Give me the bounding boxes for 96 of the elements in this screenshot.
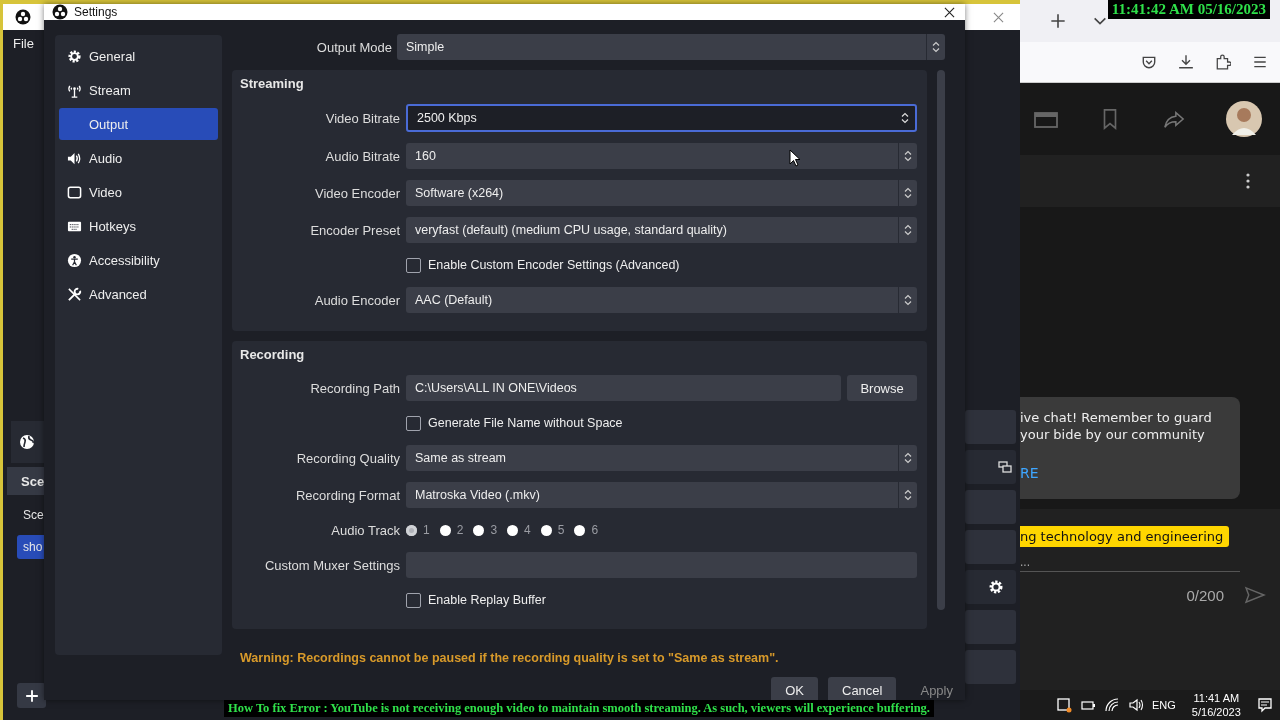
field-label: Video Bitrate bbox=[324, 110, 400, 126]
up-down-arrow-icon bbox=[904, 224, 913, 236]
dialog-button[interactable]: OK bbox=[771, 677, 818, 703]
caption-overlay: How To fix Error : YouTube is not receiving enough video to maintain smooth streaming. As such, viewers will experience buffering. bbox=[224, 700, 934, 717]
browse-button[interactable]: Browse bbox=[847, 375, 918, 401]
new-tab-icon[interactable] bbox=[1050, 13, 1066, 29]
dropdown[interactable]: veryfast (default) (medium CPU usage, standard quality) bbox=[406, 217, 918, 243]
radio-button[interactable]: 5 bbox=[540, 523, 565, 537]
menu-item[interactable]: File bbox=[13, 36, 44, 51]
radio-button[interactable]: 2 bbox=[439, 523, 464, 537]
window-title: Settings bbox=[74, 5, 118, 19]
field-label: Audio Track bbox=[330, 522, 400, 538]
checkbox[interactable]: Enable Replay Buffer bbox=[406, 592, 546, 608]
sidebar-item[interactable]: Accessibility bbox=[59, 244, 218, 276]
section-title: Recording bbox=[240, 347, 306, 362]
sidebar-item[interactable]: Video bbox=[59, 176, 218, 208]
accessibility-icon bbox=[67, 252, 82, 268]
scrollbar[interactable] bbox=[937, 70, 945, 610]
sidebar-item[interactable]: Hotkeys bbox=[59, 210, 218, 242]
language-indicator[interactable]: ENG bbox=[1152, 699, 1176, 711]
field-label: Recording Quality bbox=[295, 450, 400, 466]
character-count: 0/200 bbox=[1186, 586, 1224, 604]
up-down-arrow-icon bbox=[904, 187, 913, 199]
monitor-icon bbox=[67, 184, 82, 200]
field-label: Audio Bitrate bbox=[324, 148, 400, 164]
dropdown[interactable]: Simple bbox=[397, 34, 945, 60]
chat-input-field[interactable]: ... bbox=[1020, 555, 1240, 572]
dock-panel bbox=[965, 610, 1016, 644]
gear-icon bbox=[67, 48, 82, 64]
timestamp-overlay: 11:41:42 AM 05/16/2023 bbox=[1107, 0, 1270, 19]
notification-icon[interactable] bbox=[1256, 697, 1273, 713]
field-label: Recording Path bbox=[309, 380, 400, 396]
dialog-button[interactable]: Cancel bbox=[828, 677, 897, 703]
app-logo-icon bbox=[15, 9, 31, 25]
spin-box[interactable]: 2500 Kbps bbox=[406, 104, 918, 132]
dropdown[interactable]: Same as stream bbox=[406, 445, 918, 471]
download-icon[interactable] bbox=[1178, 54, 1194, 70]
dock-title: Sce bbox=[21, 473, 45, 489]
tray-icon[interactable] bbox=[1056, 697, 1072, 713]
sidebar-item[interactable]: Output bbox=[59, 108, 218, 140]
puzzle-icon[interactable] bbox=[1215, 54, 1231, 70]
settings-icon[interactable] bbox=[988, 579, 1004, 595]
sidebar-item[interactable]: Stream bbox=[59, 74, 218, 106]
radio-button[interactable]: 6 bbox=[574, 523, 599, 537]
wrench-icon bbox=[67, 286, 82, 302]
field-label: Output Mode bbox=[315, 39, 392, 55]
field-label: Recording Format bbox=[294, 487, 400, 503]
clock[interactable]: 11:41 AM 5/16/2023 bbox=[1191, 691, 1241, 719]
plus-icon bbox=[24, 688, 39, 703]
sidebar-item[interactable]: Advanced bbox=[59, 278, 218, 310]
sidebar-item[interactable]: General bbox=[59, 40, 218, 72]
dock-panel bbox=[965, 410, 1016, 444]
chat-message: ive chat! Remember to guard your bide by our community bbox=[1020, 409, 1213, 443]
radio-button[interactable]: 1 bbox=[406, 523, 430, 537]
field-label: Encoder Preset bbox=[309, 222, 400, 238]
speaker-icon bbox=[67, 150, 82, 166]
scene-item[interactable]: Sce bbox=[17, 503, 46, 527]
learn-more-link[interactable]: RE bbox=[1020, 465, 1224, 481]
volume-icon[interactable] bbox=[1128, 697, 1144, 713]
dock-panel bbox=[965, 650, 1016, 684]
up-down-arrow-icon bbox=[904, 452, 913, 464]
dropdown[interactable]: 160 bbox=[406, 143, 918, 169]
dock-panel bbox=[965, 530, 1016, 564]
sidebar-item[interactable]: Audio bbox=[59, 142, 218, 174]
dropdown[interactable]: Matroska Video (.mkv) bbox=[406, 482, 918, 508]
warning-message: Warning: Recordings cannot be paused if the recording quality is set to "Same as stream". bbox=[240, 651, 780, 665]
add-button[interactable] bbox=[17, 683, 46, 708]
up-down-arrow-icon bbox=[932, 41, 940, 53]
popout-icon[interactable] bbox=[998, 461, 1012, 473]
up-down-arrow-icon bbox=[904, 150, 913, 162]
avatar-icon[interactable] bbox=[1226, 101, 1262, 137]
field-label: Audio Encoder bbox=[313, 292, 400, 308]
path-field[interactable]: C:\Users\ALL IN ONE\Videos bbox=[406, 375, 842, 401]
share-icon[interactable] bbox=[1162, 108, 1186, 130]
up-down-arrow-icon bbox=[904, 489, 913, 501]
checkbox[interactable]: Enable Custom Encoder Settings (Advanced) bbox=[406, 257, 680, 273]
radio-button[interactable]: 4 bbox=[507, 523, 531, 537]
close-icon[interactable] bbox=[944, 6, 955, 18]
pocket-icon[interactable] bbox=[1141, 54, 1157, 70]
send-icon[interactable] bbox=[1244, 586, 1266, 604]
menu-icon[interactable] bbox=[1252, 54, 1268, 70]
section-title: Streaming bbox=[240, 76, 305, 91]
dropdown[interactable]: Software (x264) bbox=[406, 180, 918, 206]
wifi-icon[interactable] bbox=[1104, 697, 1120, 713]
field-label: Custom Muxer Settings bbox=[263, 557, 400, 573]
scene-item[interactable]: sho bbox=[17, 535, 45, 559]
radio-button[interactable]: 3 bbox=[473, 523, 498, 537]
channel-banner: ng technology and engineering bbox=[1020, 526, 1230, 547]
checkbox[interactable]: Generate File Name without Space bbox=[406, 415, 623, 431]
dock-panel bbox=[965, 490, 1016, 524]
up-down-arrow-icon bbox=[904, 294, 913, 306]
globe-icon bbox=[19, 434, 35, 450]
more-options-icon[interactable] bbox=[1246, 173, 1250, 189]
dropdown[interactable]: AAC (Default) bbox=[406, 287, 918, 313]
field-label: Video Encoder bbox=[313, 185, 400, 201]
mouse-cursor-icon bbox=[789, 149, 801, 167]
